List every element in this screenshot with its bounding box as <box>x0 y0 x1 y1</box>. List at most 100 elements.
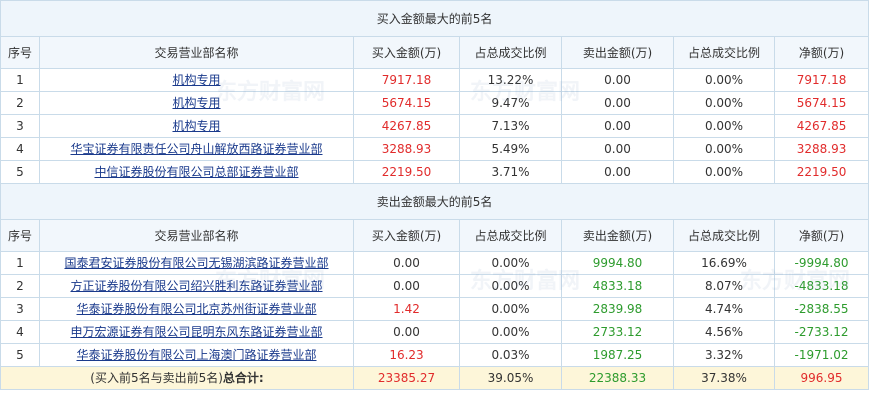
total-label: (买入前5名与卖出前5名)总合计: <box>0 366 354 390</box>
row-index: 3 <box>0 297 40 321</box>
col-header-branch: 交易营业部名称 <box>39 36 354 69</box>
branch-cell: 申万宏源证券有限公司昆明东风东路证券营业部 <box>39 320 354 344</box>
col-header-branch: 交易营业部名称 <box>39 219 354 252</box>
branch-cell: 华泰证券股份有限公司上海澳门路证券营业部 <box>39 343 354 367</box>
col-header-buy-ratio: 占总成交比例 <box>459 36 562 69</box>
net-amount: -1971.02 <box>773 343 869 367</box>
sell-ratio: 0.00% <box>673 91 775 115</box>
branch-link[interactable]: 机构专用 <box>172 73 220 87</box>
total-buy-amount: 23385.27 <box>353 366 460 390</box>
buy-ratio: 5.49% <box>459 137 562 161</box>
row-index: 1 <box>0 68 40 92</box>
branch-link[interactable]: 国泰君安证券股份有限公司无锡湖滨路证券营业部 <box>64 256 328 270</box>
sell-ratio: 16.69% <box>673 251 775 275</box>
branch-link[interactable]: 中信证券股份有限公司总部证券营业部 <box>94 165 298 179</box>
buy-amount: 16.23 <box>353 343 460 367</box>
row-index: 4 <box>0 320 40 344</box>
sell-ratio: 3.32% <box>673 343 775 367</box>
buy-amount: 4267.85 <box>353 114 460 138</box>
buy-ratio: 3.71% <box>459 160 562 184</box>
total-buy-ratio: 39.05% <box>459 366 562 390</box>
sell-rows: 1 国泰君安证券股份有限公司无锡湖滨路证券营业部 0.00 0.00% 9994.80 1… <box>0 251 869 367</box>
buy-ratio: 13.22% <box>459 68 562 92</box>
buy-amount: 0.00 <box>353 274 460 298</box>
sell-amount: 0.00 <box>561 114 674 138</box>
sell-amount: 1987.25 <box>561 343 674 367</box>
branch-link[interactable]: 机构专用 <box>172 119 220 133</box>
buy-ratio: 0.00% <box>459 320 562 344</box>
col-header-index: 序号 <box>0 36 40 69</box>
buy-amount: 7917.18 <box>353 68 460 92</box>
branch-link[interactable]: 申万宏源证券有限公司昆明东风东路证券营业部 <box>70 325 322 339</box>
sell-amount: 0.00 <box>561 68 674 92</box>
branch-link[interactable]: 华泰证券股份有限公司上海澳门路证券营业部 <box>76 348 316 362</box>
sell-ratio: 8.07% <box>673 274 775 298</box>
net-amount: -4833.18 <box>773 274 869 298</box>
sell-ratio: 0.00% <box>673 114 775 138</box>
total-net-amount: 996.95 <box>773 366 869 390</box>
sell-ratio: 0.00% <box>673 137 775 161</box>
total-sell-ratio: 37.38% <box>673 366 775 390</box>
table-row: 1 国泰君安证券股份有限公司无锡湖滨路证券营业部 0.00 0.00% 9994.80 1… <box>0 251 869 275</box>
table-row: 2 机构专用 5674.15 9.47% 0.00 0.00% 5674.15 <box>0 91 869 115</box>
table-row: 4 申万宏源证券有限公司昆明东风东路证券营业部 0.00 0.00% 2733.12 4.… <box>0 320 869 344</box>
table-row: 5 中信证券股份有限公司总部证券营业部 2219.50 3.71% 0.00 0.00% 2… <box>0 160 869 184</box>
buy-header-row: 序号 交易营业部名称 买入金额(万) 占总成交比例 卖出金额(万) 占总成交比例… <box>0 36 869 69</box>
sell-ratio: 0.00% <box>673 160 775 184</box>
buy-ratio: 0.03% <box>459 343 562 367</box>
net-amount: 4267.85 <box>773 114 869 138</box>
sell-amount: 9994.80 <box>561 251 674 275</box>
billboard-table: 买入金额最大的前5名 序号 交易营业部名称 买入金额(万) 占总成交比例 卖出金… <box>0 0 869 390</box>
row-index: 2 <box>0 274 40 298</box>
sell-amount: 2733.12 <box>561 320 674 344</box>
sell-ratio: 4.56% <box>673 320 775 344</box>
branch-cell: 中信证券股份有限公司总部证券营业部 <box>39 160 354 184</box>
branch-link[interactable]: 华宝证券有限责任公司舟山解放西路证券营业部 <box>70 142 322 156</box>
table-row: 3 华泰证券股份有限公司北京苏州街证券营业部 1.42 0.00% 2839.98 4.7… <box>0 297 869 321</box>
branch-cell: 机构专用 <box>39 114 354 138</box>
total-sell-amount: 22388.33 <box>561 366 674 390</box>
row-index: 4 <box>0 137 40 161</box>
branch-link[interactable]: 机构专用 <box>172 96 220 110</box>
col-header-net: 净额(万) <box>773 219 869 252</box>
sell-amount: 0.00 <box>561 91 674 115</box>
branch-cell: 华泰证券股份有限公司北京苏州街证券营业部 <box>39 297 354 321</box>
col-header-buy-amount: 买入金额(万) <box>353 36 460 69</box>
table-row: 1 机构专用 7917.18 13.22% 0.00 0.00% 7917.18 <box>0 68 869 92</box>
branch-link[interactable]: 方正证券股份有限公司绍兴胜利东路证券营业部 <box>70 279 322 293</box>
table-row: 2 方正证券股份有限公司绍兴胜利东路证券营业部 0.00 0.00% 4833.18 8.… <box>0 274 869 298</box>
row-index: 1 <box>0 251 40 275</box>
col-header-sell-amount: 卖出金额(万) <box>561 219 674 252</box>
branch-cell: 机构专用 <box>39 91 354 115</box>
col-header-sell-amount: 卖出金额(万) <box>561 36 674 69</box>
buy-amount: 0.00 <box>353 251 460 275</box>
buy-rows: 1 机构专用 7917.18 13.22% 0.00 0.00% 7917.18 2 机构专用 5… <box>0 68 869 184</box>
sell-ratio: 4.74% <box>673 297 775 321</box>
table-row: 5 华泰证券股份有限公司上海澳门路证券营业部 16.23 0.03% 1987.25 3.… <box>0 343 869 367</box>
net-amount: 7917.18 <box>773 68 869 92</box>
row-index: 3 <box>0 114 40 138</box>
net-amount: -9994.80 <box>773 251 869 275</box>
sell-header-row: 序号 交易营业部名称 买入金额(万) 占总成交比例 卖出金额(万) 占总成交比例… <box>0 219 869 252</box>
net-amount: 3288.93 <box>773 137 869 161</box>
col-header-sell-ratio: 占总成交比例 <box>673 36 775 69</box>
row-index: 2 <box>0 91 40 115</box>
sell-amount: 2839.98 <box>561 297 674 321</box>
branch-link[interactable]: 华泰证券股份有限公司北京苏州街证券营业部 <box>76 302 316 316</box>
col-header-buy-ratio: 占总成交比例 <box>459 219 562 252</box>
net-amount: -2733.12 <box>773 320 869 344</box>
branch-cell: 方正证券股份有限公司绍兴胜利东路证券营业部 <box>39 274 354 298</box>
sell-ratio: 0.00% <box>673 68 775 92</box>
buy-amount: 0.00 <box>353 320 460 344</box>
branch-cell: 机构专用 <box>39 68 354 92</box>
buy-ratio: 0.00% <box>459 274 562 298</box>
buy-amount: 5674.15 <box>353 91 460 115</box>
col-header-net: 净额(万) <box>773 36 869 69</box>
net-amount: -2838.55 <box>773 297 869 321</box>
row-index: 5 <box>0 343 40 367</box>
branch-cell: 国泰君安证券股份有限公司无锡湖滨路证券营业部 <box>39 251 354 275</box>
table-row: 3 机构专用 4267.85 7.13% 0.00 0.00% 4267.85 <box>0 114 869 138</box>
buy-amount: 2219.50 <box>353 160 460 184</box>
buy-ratio: 0.00% <box>459 297 562 321</box>
total-row: (买入前5名与卖出前5名)总合计: 23385.27 39.05% 22388.… <box>0 366 869 390</box>
